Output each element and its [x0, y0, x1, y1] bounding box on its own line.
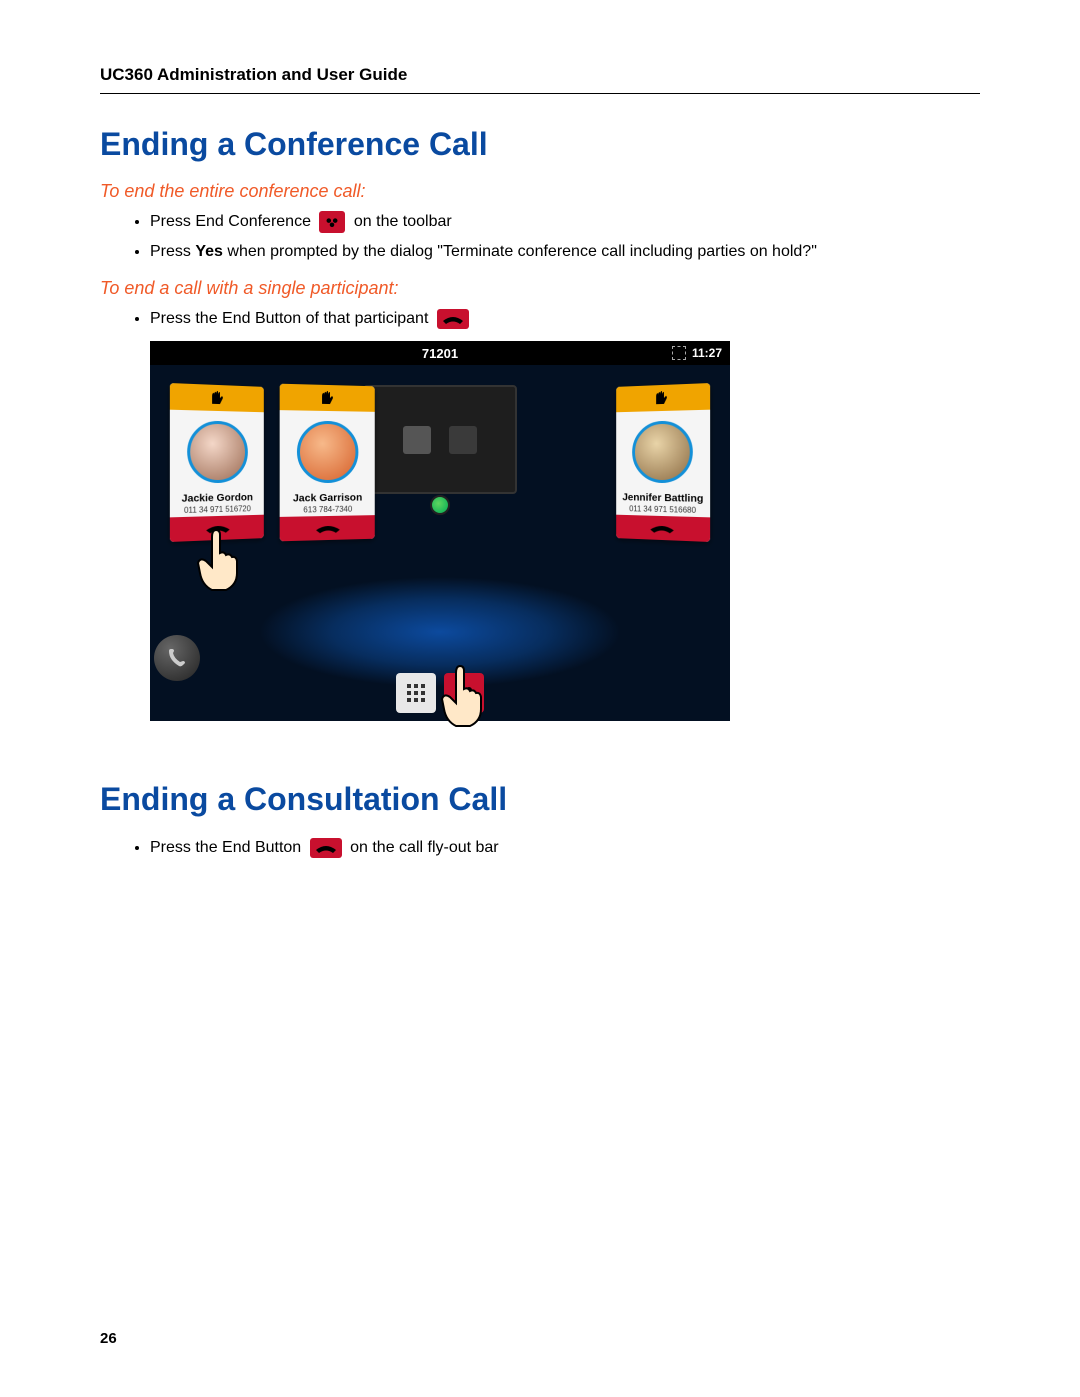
bullet-press-end-button: Press the End Button of that participant	[150, 307, 980, 331]
dial-knob[interactable]	[154, 635, 200, 681]
text-fragment: on the call fly-out bar	[350, 839, 499, 856]
page-number: 26	[100, 1330, 117, 1347]
center-monitor	[363, 385, 517, 494]
heading-ending-conference: Ending a Conference Call	[100, 126, 980, 163]
list-end-entire: Press End Conference on the toolbar Pres…	[100, 210, 980, 264]
avatar	[616, 410, 710, 495]
end-call-icon	[310, 838, 342, 858]
hold-button[interactable]	[616, 383, 710, 412]
text-fragment: Press End Conference	[150, 213, 315, 230]
bullet-press-yes: Press Yes when prompted by the dialog "T…	[150, 240, 980, 264]
hangup-icon	[648, 521, 675, 536]
keypad-button[interactable]	[396, 673, 436, 713]
participant-card-1[interactable]: Jackie Gordon 011 34 971 516720	[170, 383, 264, 542]
hangup-icon	[314, 521, 342, 536]
list-end-single: Press the End Button of that participant	[100, 307, 980, 331]
participant-number: 011 34 971 516720	[170, 504, 264, 515]
participant-number: 613 784-7340	[280, 504, 375, 515]
end-call-icon	[437, 309, 469, 329]
bullet-consultation-end: Press the End Button on the call fly-out…	[150, 836, 980, 860]
hold-button[interactable]	[280, 384, 375, 412]
pointer-hand-icon	[432, 661, 492, 731]
status-extension: 71201	[422, 346, 458, 361]
participant-number: 011 34 971 516680	[616, 504, 710, 515]
device-screenshot: 71201 11:27 Jackie Gordon 011 34 971 516…	[150, 341, 730, 721]
text-fragment: Press	[150, 243, 195, 260]
text-fragment: Press the End Button of that participant	[150, 310, 433, 327]
participant-card-2[interactable]: Jack Garrison 613 784-7340	[280, 384, 375, 542]
text-fragment: Press the End Button	[150, 839, 306, 856]
heading-ending-consultation: Ending a Consultation Call	[100, 781, 980, 818]
keypad-icon	[405, 682, 427, 704]
hold-button[interactable]	[170, 383, 264, 412]
status-clock: 11:27	[692, 346, 722, 360]
hold-hand-icon	[209, 390, 227, 407]
list-consultation: Press the End Button on the call fly-out…	[100, 836, 980, 860]
end-participant-button[interactable]	[616, 515, 710, 542]
phone-icon	[165, 646, 189, 670]
subhead-end-entire: To end the entire conference call:	[100, 181, 980, 202]
status-bar: 71201 11:27	[150, 341, 730, 365]
share-icon	[403, 426, 431, 454]
avatar	[280, 410, 375, 494]
text-fragment: on the toolbar	[354, 213, 452, 230]
camera-icon	[449, 426, 477, 454]
avatar	[170, 410, 264, 495]
pointer-hand-icon	[188, 525, 248, 595]
end-conference-icon	[319, 211, 345, 233]
expand-icon	[672, 346, 686, 360]
status-right: 11:27	[672, 346, 722, 360]
subhead-end-single: To end a call with a single participant:	[100, 278, 980, 299]
hold-hand-icon	[319, 390, 337, 406]
doc-header: UC360 Administration and User Guide	[100, 65, 980, 94]
hold-hand-icon	[653, 390, 671, 407]
end-participant-button[interactable]	[280, 515, 375, 541]
text-bold-yes: Yes	[195, 243, 223, 260]
participant-card-3[interactable]: Jennifer Battling 011 34 971 516680	[616, 383, 710, 542]
bullet-press-end-conference: Press End Conference on the toolbar	[150, 210, 980, 234]
text-fragment: when prompted by the dialog "Terminate c…	[227, 243, 817, 260]
camera-indicator-icon	[430, 495, 450, 515]
